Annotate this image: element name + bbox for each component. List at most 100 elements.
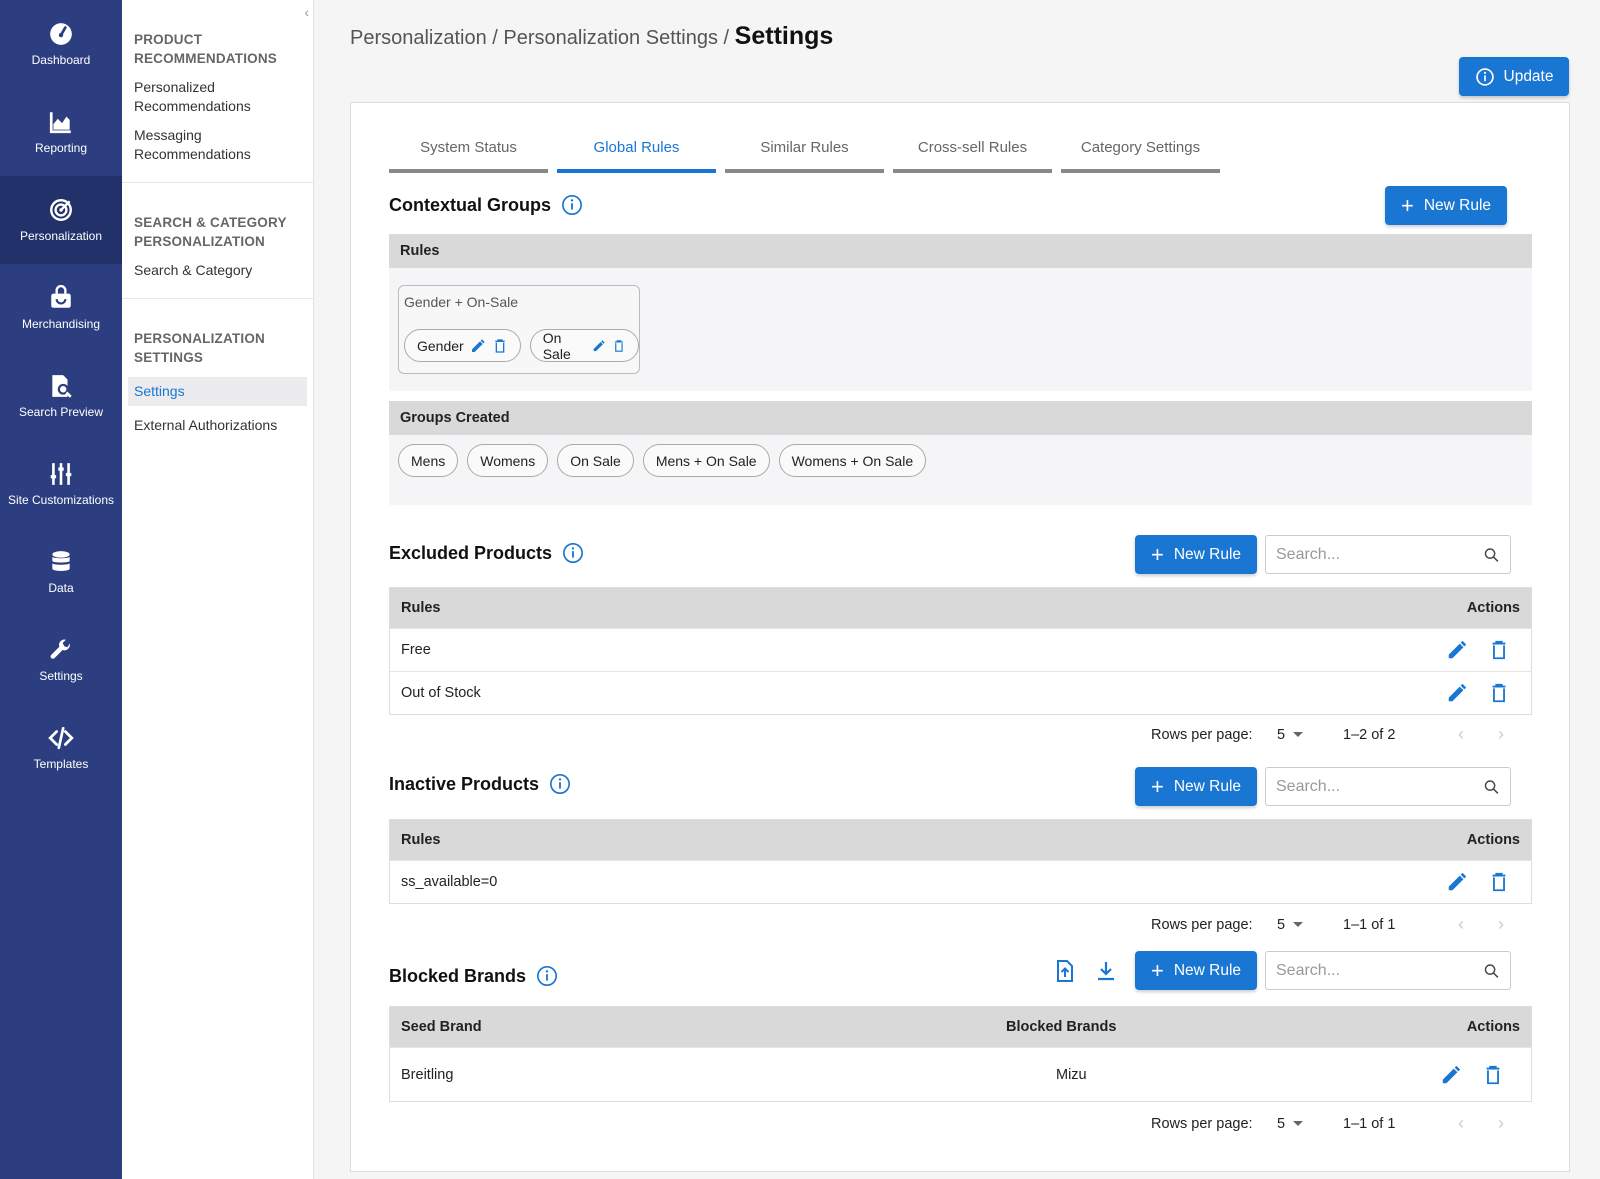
subnav-link-settings[interactable]: Settings (128, 377, 307, 406)
table-row: Free (390, 628, 1531, 671)
previous-page-button[interactable]: ‹ (1441, 724, 1481, 745)
subnav-link-line: Personalized (134, 79, 215, 95)
next-page-button[interactable]: › (1481, 914, 1521, 935)
pencil-icon[interactable] (1446, 871, 1468, 893)
wrench-icon (50, 639, 70, 659)
settings-card: System Status Global Rules Similar Rules… (350, 102, 1570, 1172)
rail-item-search-preview[interactable]: Search Preview (0, 352, 122, 440)
table-row: Breitling Mizu (390, 1047, 1531, 1101)
tab-global-rules[interactable]: Global Rules (557, 133, 716, 173)
pencil-icon[interactable] (592, 338, 606, 354)
pencil-icon[interactable] (470, 338, 486, 354)
upload-file-icon[interactable] (1053, 959, 1077, 983)
row-actions (1430, 639, 1520, 661)
rail-item-settings[interactable]: Settings (0, 616, 122, 704)
group-chip[interactable]: Womens (467, 444, 549, 477)
tab-category-settings[interactable]: Category Settings (1061, 133, 1220, 173)
group-chip[interactable]: Womens + On Sale (778, 444, 927, 477)
pencil-icon[interactable] (1446, 639, 1468, 661)
subnav-link-line: Recommendations (134, 146, 251, 162)
rail-item-dashboard[interactable]: Dashboard (0, 0, 122, 88)
inactive-new-rule-button[interactable]: + New Rule (1135, 767, 1257, 806)
plus-icon: + (1150, 773, 1164, 799)
rail-item-templates[interactable]: Templates (0, 704, 122, 792)
rail-item-personalization[interactable]: Personalization (0, 176, 122, 264)
blocked-brands-table: Seed Brand Blocked Brands Actions Breitl… (389, 1006, 1532, 1102)
subnav-link-search-category[interactable]: Search & Category (134, 261, 307, 290)
row-actions (1430, 1064, 1520, 1086)
groups-created-panel: Groups Created Mens Womens On Sale Mens … (389, 401, 1532, 505)
target-icon (50, 199, 72, 221)
database-icon (52, 551, 70, 571)
previous-page-button[interactable]: ‹ (1441, 914, 1481, 935)
excluded-new-rule-button[interactable]: + New Rule (1135, 535, 1257, 574)
previous-page-button[interactable]: ‹ (1441, 1113, 1481, 1134)
search-document-icon (52, 375, 72, 398)
update-button[interactable]: Update (1459, 57, 1569, 96)
caret-down-icon (1293, 732, 1304, 737)
rail-label: Search Preview (18, 405, 104, 419)
trash-icon[interactable] (612, 338, 626, 354)
rows-per-page-select[interactable]: 5 (1277, 727, 1343, 743)
search-input[interactable] (1276, 961, 1483, 980)
subnav-link-messaging-recommendations[interactable]: Messaging Recommendations (134, 126, 307, 174)
group-chip[interactable]: Mens (398, 444, 459, 477)
section-title: Inactive Products (389, 773, 540, 794)
pagination-range: 1–1 of 1 (1343, 1115, 1396, 1132)
subnav-link-external-authorizations[interactable]: External Authorizations (134, 416, 307, 445)
trash-icon[interactable] (492, 338, 508, 354)
pencil-icon[interactable] (1440, 1064, 1462, 1086)
excluded-products-heading: Excluded Products (389, 542, 584, 564)
rows-per-page-select[interactable]: 5 (1277, 917, 1343, 933)
info-icon[interactable] (536, 965, 558, 987)
contextual-new-rule-button[interactable]: + New Rule (1385, 186, 1507, 225)
pill-label: On Sale (542, 329, 571, 362)
rail-item-site-customizations[interactable]: Site Customizations (0, 440, 122, 528)
rail-label: Merchandising (21, 317, 101, 331)
trash-icon[interactable] (1482, 1064, 1504, 1086)
search-icon[interactable] (1483, 544, 1500, 566)
tab-system-status[interactable]: System Status (389, 133, 548, 173)
tab-cross-sell-rules[interactable]: Cross-sell Rules (893, 133, 1052, 173)
subnav-link-personalized-recommendations[interactable]: Personalized Recommendations (134, 78, 307, 126)
rows-per-page-select[interactable]: 5 (1277, 1116, 1343, 1132)
trash-icon[interactable] (1488, 639, 1510, 661)
blocked-brands-heading: Blocked Brands (389, 965, 558, 987)
rail-label: Settings (39, 669, 83, 683)
search-icon[interactable] (1483, 776, 1500, 798)
page-title: Settings (734, 22, 834, 50)
subnav-section-product-recommendations: PRODUCT RECOMMENDATIONS Personalized Rec… (122, 0, 313, 183)
search-input[interactable] (1276, 777, 1483, 796)
group-chip[interactable]: On Sale (557, 444, 634, 477)
plus-icon: + (1400, 192, 1414, 218)
rail-item-data[interactable]: Data (0, 528, 122, 616)
search-input[interactable] (1276, 545, 1483, 564)
collapse-sidebar-button[interactable]: ‹ (304, 4, 309, 20)
download-icon[interactable] (1094, 959, 1118, 983)
info-icon[interactable] (562, 542, 584, 564)
blocked-new-rule-button[interactable]: + New Rule (1135, 951, 1257, 990)
pencil-icon[interactable] (1446, 682, 1468, 704)
group-pill-on-sale: On Sale (529, 329, 639, 362)
trash-icon[interactable] (1488, 682, 1510, 704)
table-row: ss_available=0 (390, 860, 1531, 903)
dashboard-gauge-icon (50, 23, 72, 45)
breadcrumb-link-personalization-settings[interactable]: Personalization Settings (503, 27, 718, 49)
breadcrumb-link-personalization[interactable]: Personalization (350, 27, 487, 49)
trash-icon[interactable] (1488, 871, 1510, 893)
rail-label: Reporting (34, 141, 88, 155)
info-icon[interactable] (561, 194, 583, 216)
info-icon[interactable] (549, 773, 571, 795)
column-header-rules: Rules (401, 832, 441, 848)
subnav-heading-line: PERSONALIZATION (134, 234, 265, 249)
group-chip[interactable]: Mens + On Sale (642, 444, 770, 477)
subnav-heading-line: RECOMMENDATIONS (134, 51, 277, 66)
tab-similar-rules[interactable]: Similar Rules (725, 133, 884, 173)
inactive-search-field (1265, 767, 1511, 806)
table-header: Rules Actions (390, 820, 1531, 860)
rail-item-merchandising[interactable]: Merchandising (0, 264, 122, 352)
search-icon[interactable] (1483, 960, 1500, 982)
next-page-button[interactable]: › (1481, 724, 1521, 745)
next-page-button[interactable]: › (1481, 1113, 1521, 1134)
rail-item-reporting[interactable]: Reporting (0, 88, 122, 176)
